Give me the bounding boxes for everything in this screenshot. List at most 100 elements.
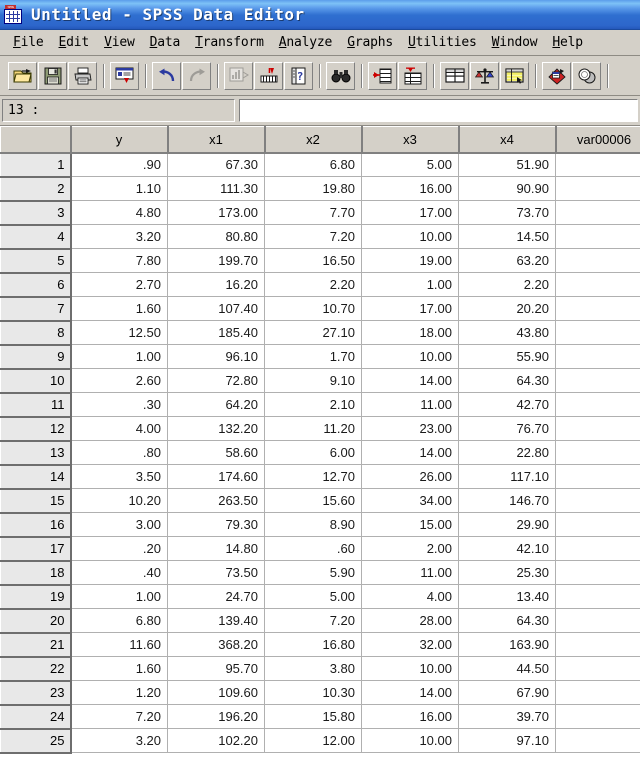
data-cell[interactable]: 132.20 [167,416,265,441]
data-cell[interactable]: 39.70 [458,704,556,729]
data-cell[interactable]: 42.70 [458,392,556,417]
data-cell[interactable]: 64.30 [458,608,556,633]
data-cell[interactable]: 17.00 [361,296,459,321]
column-header-x1[interactable]: x1 [167,126,266,154]
data-cell[interactable]: 80.80 [167,224,265,249]
data-cell[interactable]: 1.70 [264,344,362,369]
data-cell[interactable]: . [555,488,640,513]
row-header-cell[interactable]: 19 [0,584,72,610]
data-cell[interactable]: 10.70 [264,296,362,321]
data-cell[interactable]: 2.70 [70,272,168,297]
data-cell[interactable]: 28.00 [361,608,459,633]
menu-item-edit[interactable]: Edit [52,33,98,52]
row-header-cell[interactable]: 8 [0,320,72,346]
data-cell[interactable]: . [555,344,640,369]
data-cell[interactable]: 72.80 [167,368,265,393]
data-cell[interactable]: 14.00 [361,368,459,393]
table-row[interactable]: 71.60107.4010.7017.0020.20. [0,296,640,322]
data-cell[interactable]: 1.00 [361,272,459,297]
table-row[interactable]: 34.80173.007.7017.0073.70. [0,200,640,226]
table-row[interactable]: 253.20102.2012.0010.0097.10. [0,728,640,754]
menu-item-data[interactable]: Data [143,33,189,52]
data-cell[interactable]: 34.00 [361,488,459,513]
menu-item-window[interactable]: Window [485,33,546,52]
data-cell[interactable]: . [555,656,640,681]
data-cell[interactable]: 8.90 [264,512,362,537]
menu-item-graphs[interactable]: Graphs [340,33,401,52]
table-row[interactable]: 1510.20263.5015.6034.00146.70. [0,488,640,514]
data-cell[interactable]: 12.70 [264,464,362,489]
data-cell[interactable]: . [555,536,640,561]
data-cell[interactable]: .40 [70,560,168,585]
table-row[interactable]: 124.00132.2011.2023.0076.70. [0,416,640,442]
data-cell[interactable]: 109.60 [167,680,265,705]
find-button[interactable] [326,61,355,90]
data-cell[interactable]: . [555,272,640,297]
use-sets-button[interactable] [572,61,601,90]
menu-item-analyze[interactable]: Analyze [272,33,340,52]
data-cell[interactable]: 64.20 [167,392,265,417]
data-cell[interactable]: .60 [264,536,362,561]
row-header-cell[interactable]: 1 [0,152,72,178]
table-row[interactable]: 17.2014.80.602.0042.10. [0,536,640,562]
grid-corner-cell[interactable] [0,126,72,154]
data-cell[interactable]: 163.90 [458,632,556,657]
table-row[interactable]: 11.3064.202.1011.0042.70. [0,392,640,418]
table-row[interactable]: 143.50174.6012.7026.00117.10. [0,464,640,490]
table-row[interactable]: 247.20196.2015.8016.0039.70. [0,704,640,730]
data-cell[interactable]: 1.60 [70,296,168,321]
table-row[interactable]: 163.0079.308.9015.0029.90. [0,512,640,538]
weight-cases-button[interactable] [470,61,499,90]
table-row[interactable]: 91.0096.101.7010.0055.90. [0,344,640,370]
data-cell[interactable]: 10.00 [361,344,459,369]
data-cell[interactable]: 2.00 [361,536,459,561]
data-cell[interactable]: 3.00 [70,512,168,537]
data-cell[interactable]: 51.90 [458,152,556,177]
data-cell[interactable]: . [555,608,640,633]
data-cell[interactable]: 15.60 [264,488,362,513]
data-cell[interactable]: 76.70 [458,416,556,441]
table-row[interactable]: 221.6095.703.8010.0044.50. [0,656,640,682]
data-cell[interactable]: . [555,392,640,417]
data-cell[interactable]: . [555,728,640,753]
data-grid-container[interactable]: y x1 x2 x3 x4 var00006 1.90 67.30 6.80 5.00… [0,126,640,758]
row-header-cell[interactable]: 6 [0,272,72,298]
data-cell[interactable]: 1.10 [70,176,168,201]
row-header-cell[interactable]: 23 [0,680,72,706]
row-header-cell[interactable]: 12 [0,416,72,442]
data-cell[interactable]: 24.70 [167,584,265,609]
data-cell[interactable]: 22.80 [458,440,556,465]
data-cell[interactable]: 117.10 [458,464,556,489]
row-header-cell[interactable]: 10 [0,368,72,394]
row-header-cell[interactable]: 18 [0,560,72,586]
data-cell[interactable]: .20 [70,536,168,561]
data-cell[interactable]: 67.90 [458,680,556,705]
data-cell[interactable]: 13.40 [458,584,556,609]
data-cell[interactable]: . [555,584,640,609]
data-cell[interactable]: 16.20 [167,272,265,297]
insert-variable-button[interactable] [398,61,427,90]
data-cell[interactable]: 12.00 [264,728,362,753]
data-cell[interactable]: 7.20 [264,224,362,249]
row-header-cell[interactable]: 7 [0,296,72,322]
table-row[interactable]: 18.4073.505.9011.0025.30. [0,560,640,586]
data-cell[interactable]: 67.30 [167,152,265,177]
insert-case-button[interactable] [368,61,397,90]
table-row[interactable]: 43.2080.807.2010.0014.50. [0,224,640,250]
data-cell[interactable]: 2.10 [264,392,362,417]
data-cell[interactable]: 79.30 [167,512,265,537]
data-cell[interactable]: . [555,296,640,321]
table-row[interactable]: 206.80139.407.2028.0064.30. [0,608,640,634]
data-cell[interactable]: 16.50 [264,248,362,273]
data-cell[interactable]: 16.80 [264,632,362,657]
data-cell[interactable]: 174.60 [167,464,265,489]
data-cell[interactable]: 111.30 [167,176,265,201]
dialog-recall-button[interactable] [110,61,139,90]
row-header-cell[interactable]: 16 [0,512,72,538]
data-cell[interactable]: .90 [70,152,168,177]
data-cell[interactable]: 11.20 [264,416,362,441]
data-cell[interactable]: .30 [70,392,168,417]
row-header-cell[interactable]: 25 [0,728,72,754]
data-cell[interactable]: 1.00 [70,344,168,369]
data-cell[interactable]: 14.50 [458,224,556,249]
